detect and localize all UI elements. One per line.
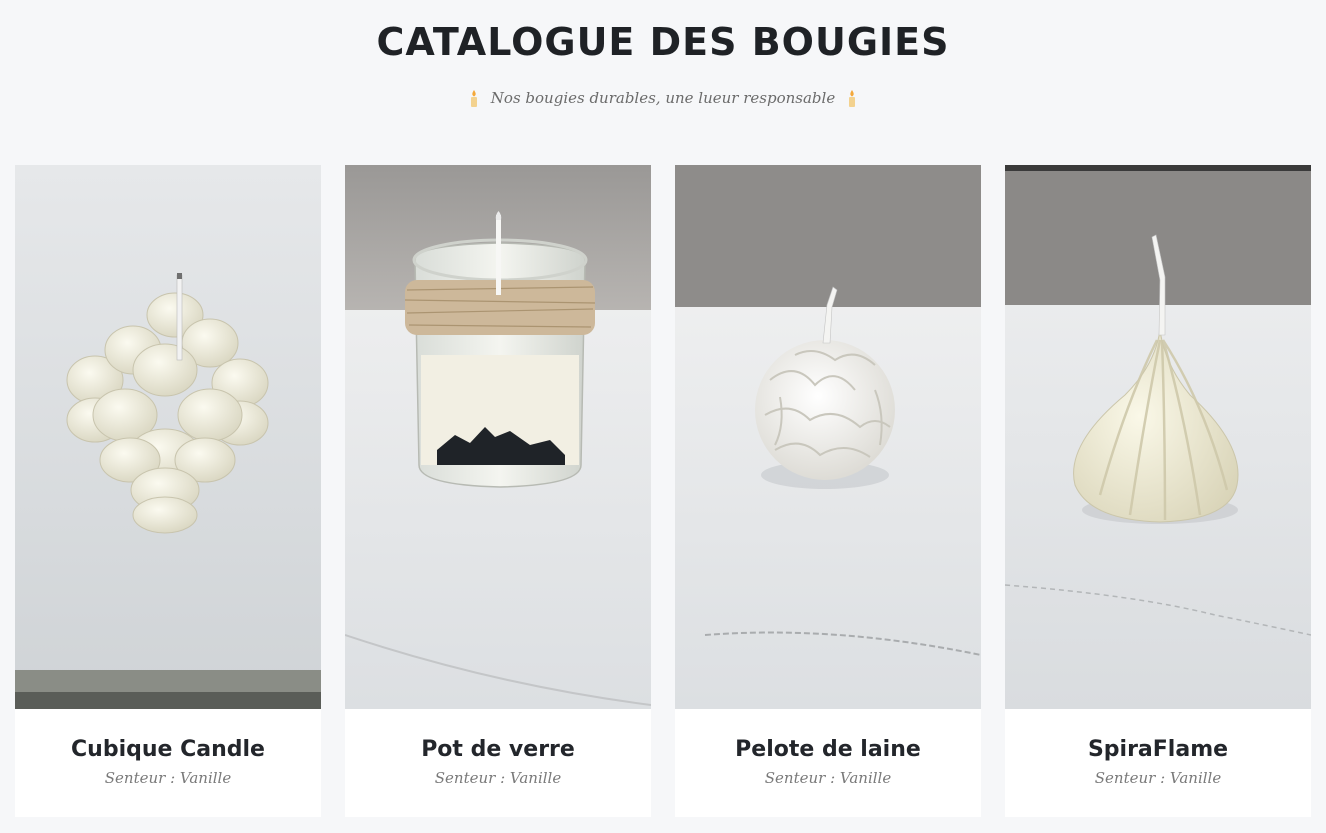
subtitle-text: Nos bougies durables, une lueur responsa… bbox=[490, 89, 836, 107]
page-header: CATALOGUE DES BOUGIES Nos bougies durabl… bbox=[0, 0, 1326, 107]
page-subtitle: Nos bougies durables, une lueur responsa… bbox=[0, 89, 1326, 107]
product-name: Pot de verre bbox=[421, 737, 575, 762]
product-scent: Senteur : Vanille bbox=[104, 769, 232, 787]
product-name: Pelote de laine bbox=[735, 737, 921, 762]
page-title: CATALOGUE DES BOUGIES bbox=[376, 20, 950, 64]
product-card[interactable]: Pot de verre Senteur : Vanille bbox=[345, 165, 651, 817]
product-name: SpiraFlame bbox=[1087, 737, 1229, 762]
bubble-cube-candle-photo[interactable] bbox=[15, 165, 321, 709]
product-card[interactable]: SpiraFlame Senteur : Vanille bbox=[1005, 165, 1311, 817]
product-scent: Senteur : Vanille bbox=[1094, 769, 1222, 787]
product-grid: Cubique Candle Senteur : Vanille Pot de … bbox=[15, 165, 1311, 817]
product-info: SpiraFlame Senteur : Vanille bbox=[1005, 709, 1311, 787]
product-card[interactable]: Cubique Candle Senteur : Vanille bbox=[15, 165, 321, 817]
product-info: Pot de verre Senteur : Vanille bbox=[345, 709, 651, 787]
spiral-candle-photo[interactable] bbox=[1005, 165, 1311, 709]
product-name: Cubique Candle bbox=[71, 737, 265, 762]
yarn-ball-candle-photo[interactable] bbox=[675, 165, 981, 709]
product-scent: Senteur : Vanille bbox=[764, 769, 892, 787]
product-card[interactable]: Pelote de laine Senteur : Vanille bbox=[675, 165, 981, 817]
product-scent: Senteur : Vanille bbox=[434, 769, 562, 787]
product-info: Cubique Candle Senteur : Vanille bbox=[15, 709, 321, 787]
glass-jar-candle-photo[interactable] bbox=[345, 165, 651, 709]
candle-icon bbox=[849, 90, 856, 107]
candle-icon bbox=[470, 90, 477, 107]
product-info: Pelote de laine Senteur : Vanille bbox=[675, 709, 981, 787]
